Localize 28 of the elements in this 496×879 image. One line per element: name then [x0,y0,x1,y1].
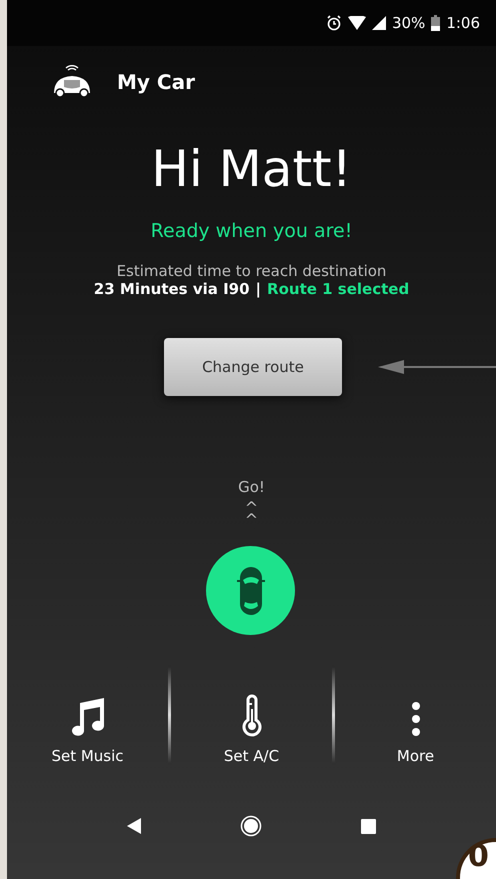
route-info: 23 Minutes via I90 [94,280,250,298]
wifi-icon [348,16,366,30]
action-button[interactable]: Set A/C [171,663,332,773]
car-top-view-icon [236,566,264,616]
recents-button[interactable] [361,818,376,834]
route-selected: Route 1 selected [267,280,410,298]
clock-time: 1:06 [446,14,480,32]
car-icon [51,65,93,99]
status-message: Ready when you are! [150,220,354,242]
battery-icon [431,15,440,31]
thermometer-icon [240,693,262,737]
home-button[interactable] [240,815,262,837]
action-button[interactable]: Set Music [7,663,168,773]
chevron-text: ^ [244,514,258,526]
app-title: My Car [117,70,195,94]
estimate-label: Estimated time to reach destination [116,262,388,280]
back-button[interactable] [126,818,141,834]
signal-icon [372,16,386,30]
action-button[interactable]: More [335,663,496,773]
music-note-icon [70,697,106,737]
greeting-heading: Hi Matt! [150,140,353,198]
more-icon [410,701,420,737]
chevron-text: ^ [244,502,258,514]
separator: | [256,280,262,298]
change-route-button[interactable]: Change route [164,338,342,396]
go-label: Go! [237,478,266,496]
alarm-icon [326,15,342,31]
battery-percentage: 30% [392,14,426,32]
